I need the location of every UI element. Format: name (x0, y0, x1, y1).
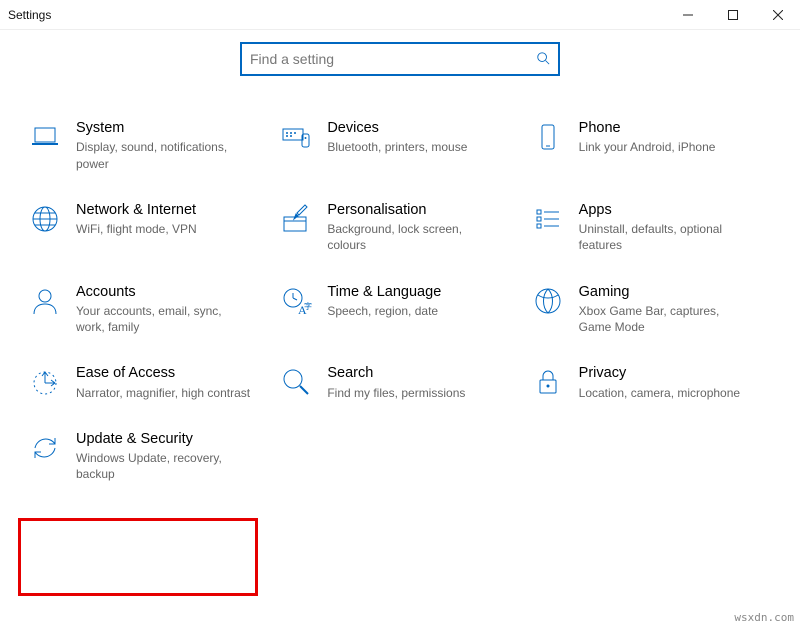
annotation-highlight (18, 518, 258, 596)
magnifier-icon (279, 365, 313, 399)
maximize-icon (728, 10, 738, 20)
close-button[interactable] (755, 0, 800, 30)
window-title: Settings (8, 8, 51, 22)
keyboard-icon (279, 120, 313, 154)
lock-icon (531, 365, 565, 399)
category-desc: Uninstall, defaults, optional features (579, 221, 754, 253)
ease-of-access-icon (28, 365, 62, 399)
category-privacy[interactable]: Privacy Location, camera, microphone (531, 365, 772, 401)
paintbrush-icon (279, 202, 313, 236)
minimize-icon (683, 10, 693, 20)
phone-icon (531, 120, 565, 154)
category-time-language[interactable]: A字 Time & Language Speech, region, date (279, 284, 520, 336)
category-devices[interactable]: Devices Bluetooth, printers, mouse (279, 120, 520, 172)
search-icon (536, 51, 550, 68)
search-box[interactable] (240, 42, 560, 76)
category-title: System (76, 120, 251, 137)
list-icon (531, 202, 565, 236)
category-title: Network & Internet (76, 202, 197, 219)
search-area (0, 30, 800, 84)
category-title: Privacy (579, 365, 740, 382)
maximize-button[interactable] (710, 0, 755, 30)
category-ease-of-access[interactable]: Ease of Access Narrator, magnifier, high… (28, 365, 269, 401)
category-desc: Narrator, magnifier, high contrast (76, 385, 250, 401)
time-language-icon: A字 (279, 284, 313, 318)
category-phone[interactable]: Phone Link your Android, iPhone (531, 120, 772, 172)
category-search[interactable]: Search Find my files, permissions (279, 365, 520, 401)
categories-grid: System Display, sound, notifications, po… (0, 84, 800, 503)
person-icon (28, 284, 62, 318)
sync-icon (28, 431, 62, 465)
category-desc: Location, camera, microphone (579, 385, 740, 401)
gaming-icon (531, 284, 565, 318)
category-personalisation[interactable]: Personalisation Background, lock screen,… (279, 202, 520, 254)
category-desc: Xbox Game Bar, captures, Game Mode (579, 303, 754, 335)
category-network[interactable]: Network & Internet WiFi, flight mode, VP… (28, 202, 269, 254)
category-title: Phone (579, 120, 716, 137)
category-desc: Background, lock screen, colours (327, 221, 502, 253)
category-desc: WiFi, flight mode, VPN (76, 221, 197, 237)
category-title: Gaming (579, 284, 754, 301)
category-desc: Find my files, permissions (327, 385, 465, 401)
category-desc: Speech, region, date (327, 303, 441, 319)
titlebar: Settings (0, 0, 800, 30)
category-desc: Link your Android, iPhone (579, 139, 716, 155)
category-desc: Windows Update, recovery, backup (76, 450, 251, 482)
category-desc: Bluetooth, printers, mouse (327, 139, 467, 155)
laptop-icon (28, 120, 62, 154)
category-title: Search (327, 365, 465, 382)
category-desc: Display, sound, notifications, power (76, 139, 251, 171)
minimize-button[interactable] (665, 0, 710, 30)
category-desc: Your accounts, email, sync, work, family (76, 303, 251, 335)
category-title: Ease of Access (76, 365, 250, 382)
category-title: Apps (579, 202, 754, 219)
search-input[interactable] (250, 51, 536, 67)
category-title: Accounts (76, 284, 251, 301)
category-gaming[interactable]: Gaming Xbox Game Bar, captures, Game Mod… (531, 284, 772, 336)
close-icon (773, 10, 783, 20)
watermark: wsxdn.com (734, 611, 794, 624)
category-accounts[interactable]: Accounts Your accounts, email, sync, wor… (28, 284, 269, 336)
category-title: Time & Language (327, 284, 441, 301)
category-title: Personalisation (327, 202, 502, 219)
category-title: Devices (327, 120, 467, 137)
category-system[interactable]: System Display, sound, notifications, po… (28, 120, 269, 172)
globe-icon (28, 202, 62, 236)
svg-text:字: 字 (304, 301, 312, 311)
category-update-security[interactable]: Update & Security Windows Update, recove… (28, 431, 269, 483)
category-apps[interactable]: Apps Uninstall, defaults, optional featu… (531, 202, 772, 254)
category-title: Update & Security (76, 431, 251, 448)
